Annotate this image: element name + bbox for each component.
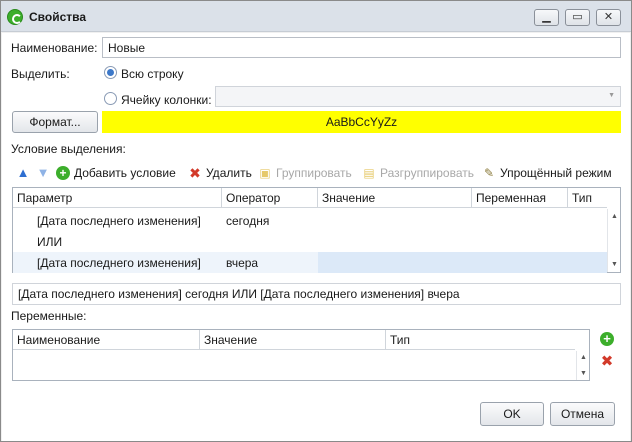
delete-button[interactable]: ✖ Удалить [188, 161, 252, 185]
scroll-up-icon[interactable]: ▲ [610, 212, 619, 221]
table-row[interactable]: ИЛИ [13, 231, 607, 252]
radio-column-cell[interactable] [104, 92, 117, 105]
variables-grid-header: Наименование Значение Тип [13, 330, 575, 350]
group-label: Группировать [276, 166, 352, 180]
condition-grid: Параметр Оператор Значение Переменная Ти… [12, 187, 621, 273]
add-condition-label: Добавить условие [74, 166, 176, 180]
add-variable-icon[interactable]: + [600, 332, 614, 346]
cell-parameter: [Дата последнего изменения] [37, 214, 201, 228]
col-header-name[interactable]: Наименование [13, 330, 200, 350]
name-label: Наименование: [11, 41, 98, 55]
table-row[interactable]: [Дата последнего изменения] сегодня [13, 210, 607, 231]
radio-column-cell-label: Ячейку колонки: [121, 93, 212, 107]
scroll-down-icon[interactable]: ▼ [610, 260, 619, 269]
simple-mode-icon: ✎ [483, 166, 495, 180]
group-button[interactable]: ▣ Группировать [258, 161, 352, 185]
name-input[interactable]: Новые [102, 37, 621, 58]
variables-label: Переменные: [11, 309, 87, 323]
col-header-variable[interactable]: Переменная [472, 188, 568, 208]
scroll-down-icon[interactable]: ▼ [579, 369, 588, 378]
col-header-parameter[interactable]: Параметр [13, 188, 222, 208]
col-header-type[interactable]: Тип [386, 330, 575, 350]
chevron-down-icon: ▼ [608, 92, 615, 99]
condition-toolbar: ▲ ▼ + Добавить условие ✖ Удалить ▣ Групп… [12, 161, 620, 185]
variables-grid: Наименование Значение Тип ▲ ▼ [12, 329, 590, 381]
properties-dialog: Свойства ▁ ▭ ✕ Наименование: Новые Выдел… [0, 0, 632, 442]
title-bar: Свойства ▁ ▭ ✕ [1, 1, 631, 32]
group-icon: ▣ [259, 166, 271, 180]
arrow-down-icon: ▼ [36, 165, 50, 180]
condition-grid-header: Параметр Оператор Значение Переменная Ти… [13, 188, 607, 208]
condition-expression: [Дата последнего изменения] сегодня ИЛИ … [12, 283, 621, 305]
ungroup-button[interactable]: ▤ Разгруппировать [362, 161, 474, 185]
scroll-up-icon[interactable]: ▲ [579, 353, 588, 362]
app-icon [7, 9, 23, 25]
radio-whole-row[interactable] [104, 66, 117, 79]
ungroup-label: Разгруппировать [380, 166, 475, 180]
col-header-value[interactable]: Значение [200, 330, 386, 350]
maximize-button[interactable]: ▭ [565, 9, 590, 26]
close-button[interactable]: ✕ [596, 9, 621, 26]
cancel-button[interactable]: Отмена [550, 402, 615, 426]
cell-value-editing[interactable] [318, 252, 607, 273]
cell-parameter: ИЛИ [37, 235, 63, 249]
delete-x-icon: ✖ [189, 165, 201, 181]
ungroup-icon: ▤ [363, 166, 375, 180]
format-button[interactable]: Формат... [12, 111, 98, 133]
variables-grid-scrollbar[interactable]: ▲ ▼ [576, 351, 589, 380]
col-header-operator[interactable]: Оператор [222, 188, 318, 208]
cell-parameter: [Дата последнего изменения] [37, 256, 201, 270]
simple-mode-button[interactable]: ✎ Упрощённый режим [482, 161, 612, 185]
radio-whole-row-label: Всю строку [121, 67, 184, 81]
delete-variable-icon[interactable]: ✖ [600, 354, 614, 369]
format-preview: AaBbCcYyZz [102, 111, 621, 133]
simple-mode-label: Упрощённый режим [500, 166, 612, 180]
arrow-up-icon: ▲ [16, 165, 30, 180]
dialog-content: Наименование: Новые Выделить: Всю строку… [2, 33, 630, 441]
condition-grid-scrollbar[interactable]: ▲ ▼ [607, 209, 620, 272]
col-header-value[interactable]: Значение [318, 188, 472, 208]
move-down-button[interactable]: ▼ [36, 161, 50, 185]
add-condition-button[interactable]: + Добавить условие [56, 161, 176, 185]
table-row-selected[interactable]: [Дата последнего изменения] вчера [13, 252, 607, 273]
delete-label: Удалить [206, 166, 252, 180]
col-header-type[interactable]: Тип [568, 188, 607, 208]
condition-label: Условие выделения: [11, 142, 126, 156]
window-title: Свойства [29, 10, 87, 24]
move-up-button[interactable]: ▲ [16, 161, 30, 185]
highlight-label: Выделить: [11, 67, 70, 81]
ok-button[interactable]: OK [480, 402, 544, 426]
column-select[interactable]: ▼ [215, 86, 621, 107]
plus-icon: + [56, 166, 70, 180]
cell-operator: вчера [226, 256, 259, 270]
cell-operator: сегодня [226, 214, 270, 228]
minimize-button[interactable]: ▁ [534, 9, 559, 26]
